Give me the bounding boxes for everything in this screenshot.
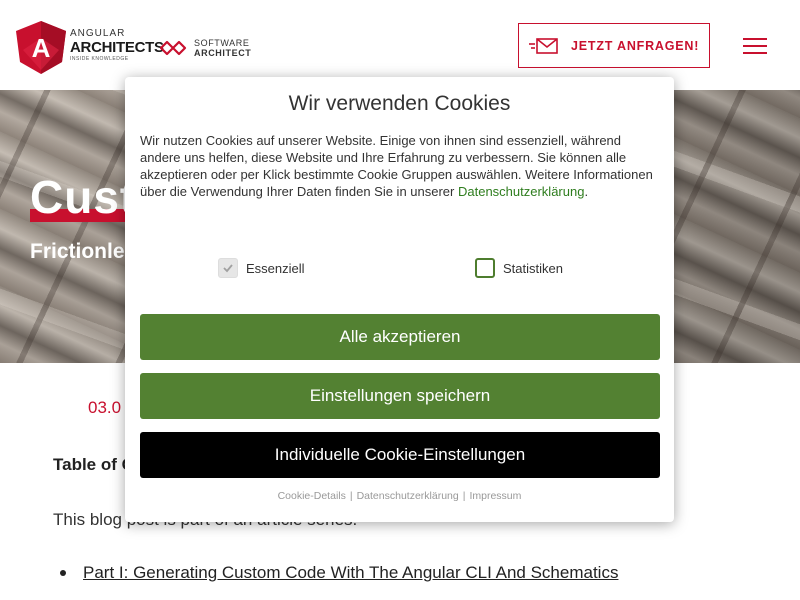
mail-send-icon xyxy=(529,37,558,54)
list-item: Part I: Generating Custom Code With The … xyxy=(60,563,618,583)
hero-title: Cust xyxy=(30,171,137,223)
partner-text: SOFTWARE ARCHITECT xyxy=(194,38,251,58)
contact-request-label: JETZT ANFRAGEN! xyxy=(571,38,700,53)
series-list: Part I: Generating Custom Code With The … xyxy=(60,563,618,583)
cookie-text-end: . xyxy=(584,184,589,199)
link-separator: | xyxy=(349,490,353,502)
brand-big: ARCHITECTS xyxy=(70,39,164,56)
individual-settings-button[interactable]: Individuelle Cookie-Einstellungen xyxy=(140,432,660,478)
brand-small: ANGULAR xyxy=(70,28,126,39)
partner-line2: ARCHITECT xyxy=(194,48,252,58)
contact-request-button[interactable]: JETZT ANFRAGEN! xyxy=(518,23,710,68)
statistics-checkbox-row[interactable]: Statistiken xyxy=(475,258,563,278)
save-settings-button[interactable]: Einstellungen speichern xyxy=(140,373,660,419)
accept-all-button[interactable]: Alle akzeptieren xyxy=(140,314,660,360)
check-icon xyxy=(223,264,233,273)
cookie-dialog-text: Wir nutzen Cookies auf unserer Website. … xyxy=(140,132,660,200)
statistics-checkbox[interactable] xyxy=(475,258,495,278)
angular-architects-logo-icon[interactable]: A xyxy=(15,20,67,75)
cookie-footer-links: Cookie-Details | Datenschutzerklärung | Impr… xyxy=(125,490,674,502)
toc-heading: Table of C xyxy=(53,455,134,474)
essential-checkbox-label: Essenziell xyxy=(246,260,305,276)
partner-line1: SOFTWARE xyxy=(194,38,250,48)
statistics-checkbox-label[interactable]: Statistiken xyxy=(503,261,563,276)
imprint-link[interactable]: Impressum xyxy=(469,490,521,502)
page: A ANGULAR ARCHITECTS INSIDE KNOWLEDGE SO… xyxy=(0,0,800,600)
svg-text:A: A xyxy=(32,33,51,63)
cookie-dialog-title: Wir verwenden Cookies xyxy=(288,92,511,115)
privacy-policy-link[interactable]: Datenschutzerklärung xyxy=(458,184,584,199)
link-separator: | xyxy=(462,490,466,502)
post-date: 03.0 xyxy=(88,398,122,417)
cookie-details-link[interactable]: Cookie-Details xyxy=(278,490,346,502)
software-architect-logo-icon[interactable] xyxy=(158,38,190,58)
brand-tagline: INSIDE KNOWLEDGE xyxy=(70,56,129,62)
essential-checkbox xyxy=(218,258,238,278)
essential-checkbox-row: Essenziell xyxy=(218,258,305,278)
hero-subtitle: Frictionle xyxy=(30,240,125,263)
hamburger-menu-icon[interactable] xyxy=(743,38,767,55)
privacy-footer-link[interactable]: Datenschutzerklärung xyxy=(357,490,459,502)
cookie-consent-dialog: Wir verwenden Cookies Wir nutzen Cookies… xyxy=(125,77,674,522)
series-link-part-1[interactable]: Part I: Generating Custom Code With The … xyxy=(83,563,618,582)
brand-text: ANGULAR ARCHITECTS INSIDE KNOWLEDGE xyxy=(70,28,164,63)
